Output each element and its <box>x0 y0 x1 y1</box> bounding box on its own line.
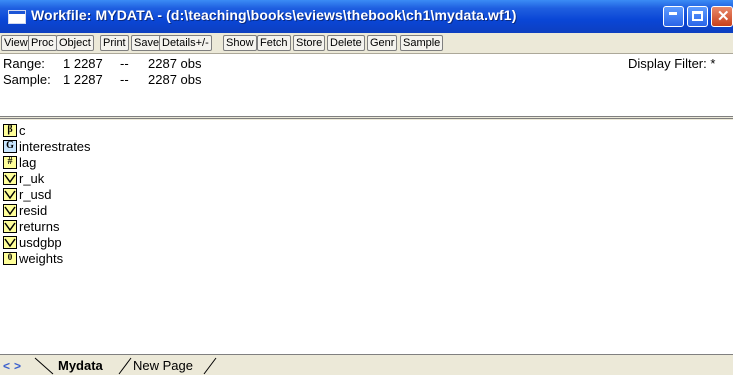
scroll-left-icon[interactable]: < <box>3 359 10 373</box>
view-button[interactable]: View <box>1 35 31 51</box>
maximize-icon <box>692 11 703 21</box>
details-button[interactable]: Details+/- <box>159 35 212 51</box>
tab-mydata[interactable]: Mydata <box>58 358 103 373</box>
vector-icon: 0 <box>3 252 17 265</box>
proc-button[interactable]: Proc <box>28 35 57 51</box>
object-name: lag <box>19 155 37 170</box>
range-separator: -- <box>120 56 129 71</box>
delete-button[interactable]: Delete <box>327 35 365 51</box>
sample-label: Sample: <box>3 72 51 87</box>
object-name: weights <box>19 251 64 266</box>
object-name: returns <box>19 219 60 234</box>
show-button[interactable]: Show <box>223 35 257 51</box>
display-filter[interactable]: Display Filter: * <box>628 56 715 71</box>
toolbar: View Proc Object Print Save Details+/- S… <box>0 33 733 54</box>
series-icon <box>3 220 17 233</box>
sample-button[interactable]: Sample <box>400 35 444 51</box>
close-button[interactable]: ✕ <box>711 6 733 27</box>
series-icon <box>3 188 17 201</box>
sample-separator: -- <box>120 72 129 87</box>
range-label: Range: <box>3 56 45 71</box>
object-name: interestrates <box>19 139 91 154</box>
tab-edge-icon <box>203 357 217 375</box>
print-button[interactable]: Print <box>100 35 129 51</box>
object-button[interactable]: Object <box>56 35 94 51</box>
title-bar[interactable]: Workfile: MYDATA - (d:\teaching\books\ev… <box>0 0 733 33</box>
scroll-right-icon[interactable]: > <box>14 359 21 373</box>
fetch-button[interactable]: Fetch <box>257 35 291 51</box>
object-list: β c G interestrates # lag r_uk r_usd res… <box>0 120 733 354</box>
maximize-button[interactable] <box>687 6 708 27</box>
object-name: c <box>19 123 26 138</box>
object-name: usdgbp <box>19 235 62 250</box>
object-name: r_uk <box>19 171 45 186</box>
store-button[interactable]: Store <box>293 35 326 51</box>
save-button[interactable]: Save <box>131 35 163 51</box>
object-name: resid <box>19 203 48 218</box>
sample-value: 1 2287 <box>63 72 103 87</box>
coefficient-icon: β <box>3 124 17 137</box>
minimize-icon <box>669 12 677 15</box>
close-icon: ✕ <box>717 8 730 25</box>
group-icon: G <box>3 140 17 153</box>
series-icon <box>3 204 17 217</box>
page-tabs: < > Mydata New Page <box>0 354 733 375</box>
range-value: 1 2287 <box>63 56 103 71</box>
sample-obs: 2287 obs <box>148 72 202 87</box>
workfile-window: Workfile: MYDATA - (d:\teaching\books\ev… <box>0 0 733 375</box>
object-name: r_usd <box>19 187 52 202</box>
panel-divider <box>0 116 733 119</box>
range-obs: 2287 obs <box>148 56 202 71</box>
series-icon <box>3 236 17 249</box>
series-icon <box>3 172 17 185</box>
tab-edge-icon <box>118 357 132 375</box>
window-title: Workfile: MYDATA - (d:\teaching\books\ev… <box>31 7 517 23</box>
tab-new-page[interactable]: New Page <box>133 358 193 373</box>
tab-edge-icon <box>34 357 54 375</box>
genr-button[interactable]: Genr <box>367 35 398 51</box>
info-panel: Range: 1 2287 -- 2287 obs Sample: 1 2287… <box>0 54 733 118</box>
minimize-button[interactable] <box>663 6 684 27</box>
window-icon <box>8 10 26 24</box>
scalar-icon: # <box>3 156 17 169</box>
